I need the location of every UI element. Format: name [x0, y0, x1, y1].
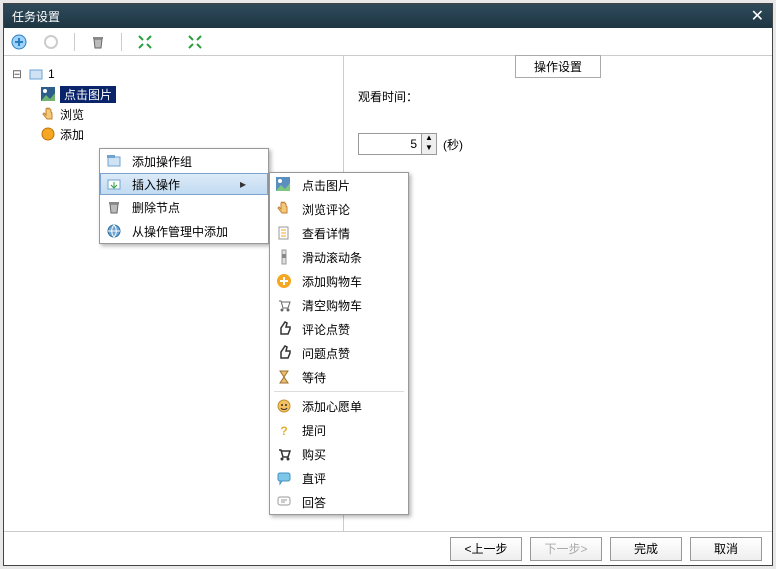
tree-item[interactable]: 浏览	[10, 104, 337, 124]
question-icon: ?	[274, 420, 294, 440]
buy-icon	[274, 444, 294, 464]
wish-icon	[274, 396, 294, 416]
tree-root-label: 1	[48, 67, 55, 81]
expand-icon[interactable]	[136, 33, 154, 51]
doc-icon	[274, 223, 294, 243]
tree-item[interactable]: 添加	[10, 124, 337, 144]
menu-add-from-manager[interactable]: 从操作管理中添加	[100, 219, 268, 243]
next-button: 下一步>	[530, 537, 602, 561]
tree-root[interactable]: ⊟ 1	[10, 64, 337, 84]
cart-clear-icon	[274, 295, 294, 315]
toolbar-separator	[121, 33, 122, 51]
tree-item-label: 点击图片	[60, 86, 116, 103]
submenu-label: 问题点赞	[302, 345, 350, 362]
tree-item-label: 浏览	[60, 106, 84, 123]
menu-label: 添加操作组	[132, 153, 192, 170]
cancel-button[interactable]: 取消	[690, 537, 762, 561]
tab-label: 操作设置	[534, 60, 582, 74]
disabled-icon	[42, 33, 60, 51]
ball-icon	[40, 126, 56, 142]
thumb2-icon	[274, 343, 294, 363]
chevron-right-icon: ▸	[240, 177, 246, 191]
titlebar: 任务设置 ✕	[4, 4, 772, 28]
watch-time-spinner[interactable]: ▲ ▼	[358, 133, 437, 155]
tree: ⊟ 1 点击图片 浏览 添加	[8, 60, 339, 148]
image-icon	[40, 86, 56, 102]
answer-icon	[274, 492, 294, 512]
collapse-icon[interactable]	[186, 33, 204, 51]
submenu-label: 回答	[302, 494, 326, 511]
menu-label: 删除节点	[132, 199, 180, 216]
watch-time-unit: (秒)	[443, 136, 463, 153]
submenu-label: 等待	[302, 369, 326, 386]
spinner-down-icon[interactable]: ▼	[422, 144, 436, 154]
group-icon	[104, 151, 124, 171]
submenu-label: 评论点赞	[302, 321, 350, 338]
hourglass-icon	[274, 367, 294, 387]
svg-text:?: ?	[280, 424, 287, 438]
content-area: ⊟ 1 点击图片 浏览 添加	[4, 56, 772, 531]
menu-label: 从操作管理中添加	[132, 223, 228, 240]
globe-icon	[104, 221, 124, 241]
trash-icon[interactable]	[89, 33, 107, 51]
submenu-label: 提问	[302, 422, 326, 439]
submenu-label: 查看详情	[302, 225, 350, 242]
tab-operation-settings[interactable]: 操作设置	[515, 55, 601, 78]
dialog-footer: <上一步 下一步> 完成 取消	[4, 531, 772, 565]
menu-add-group[interactable]: 添加操作组	[100, 149, 268, 173]
menu-delete-node[interactable]: 删除节点	[100, 195, 268, 219]
submenu-label: 浏览评论	[302, 201, 350, 218]
cart-add-icon	[274, 271, 294, 291]
menu-insert-operation[interactable]: 插入操作 ▸	[100, 173, 268, 195]
settings-panel: 操作设置 观看时间： ▲ ▼ (秒)	[344, 56, 772, 531]
context-menu: 添加操作组 插入操作 ▸ 删除节点 从操作管理中添加	[99, 148, 269, 244]
watch-time-label: 观看时间：	[358, 88, 758, 105]
toolbar	[4, 28, 772, 56]
folder-icon	[28, 66, 44, 82]
insert-icon	[104, 174, 124, 194]
tree-panel: ⊟ 1 点击图片 浏览 添加	[4, 56, 344, 531]
toolbar-separator	[74, 33, 75, 51]
submenu-label: 直评	[302, 470, 326, 487]
comment-icon	[274, 468, 294, 488]
image-icon	[274, 175, 294, 195]
add-icon[interactable]	[10, 33, 28, 51]
prev-button[interactable]: <上一步	[450, 537, 522, 561]
close-icon[interactable]: ✕	[751, 6, 764, 26]
watch-time-input[interactable]	[359, 134, 421, 154]
dialog-title: 任务设置	[12, 8, 60, 25]
thumb-icon	[274, 319, 294, 339]
hand-icon	[274, 199, 294, 219]
tree-item[interactable]: 点击图片	[10, 84, 337, 104]
tree-item-label: 添加	[60, 126, 84, 143]
task-settings-dialog: 任务设置 ✕ ⊟ 1	[3, 3, 773, 566]
finish-button[interactable]: 完成	[610, 537, 682, 561]
menu-label: 插入操作	[132, 176, 180, 193]
trash-icon	[104, 197, 124, 217]
submenu-label: 购买	[302, 446, 326, 463]
hand-icon	[40, 106, 56, 122]
scroll-icon	[274, 247, 294, 267]
submenu-label: 点击图片	[302, 177, 350, 194]
